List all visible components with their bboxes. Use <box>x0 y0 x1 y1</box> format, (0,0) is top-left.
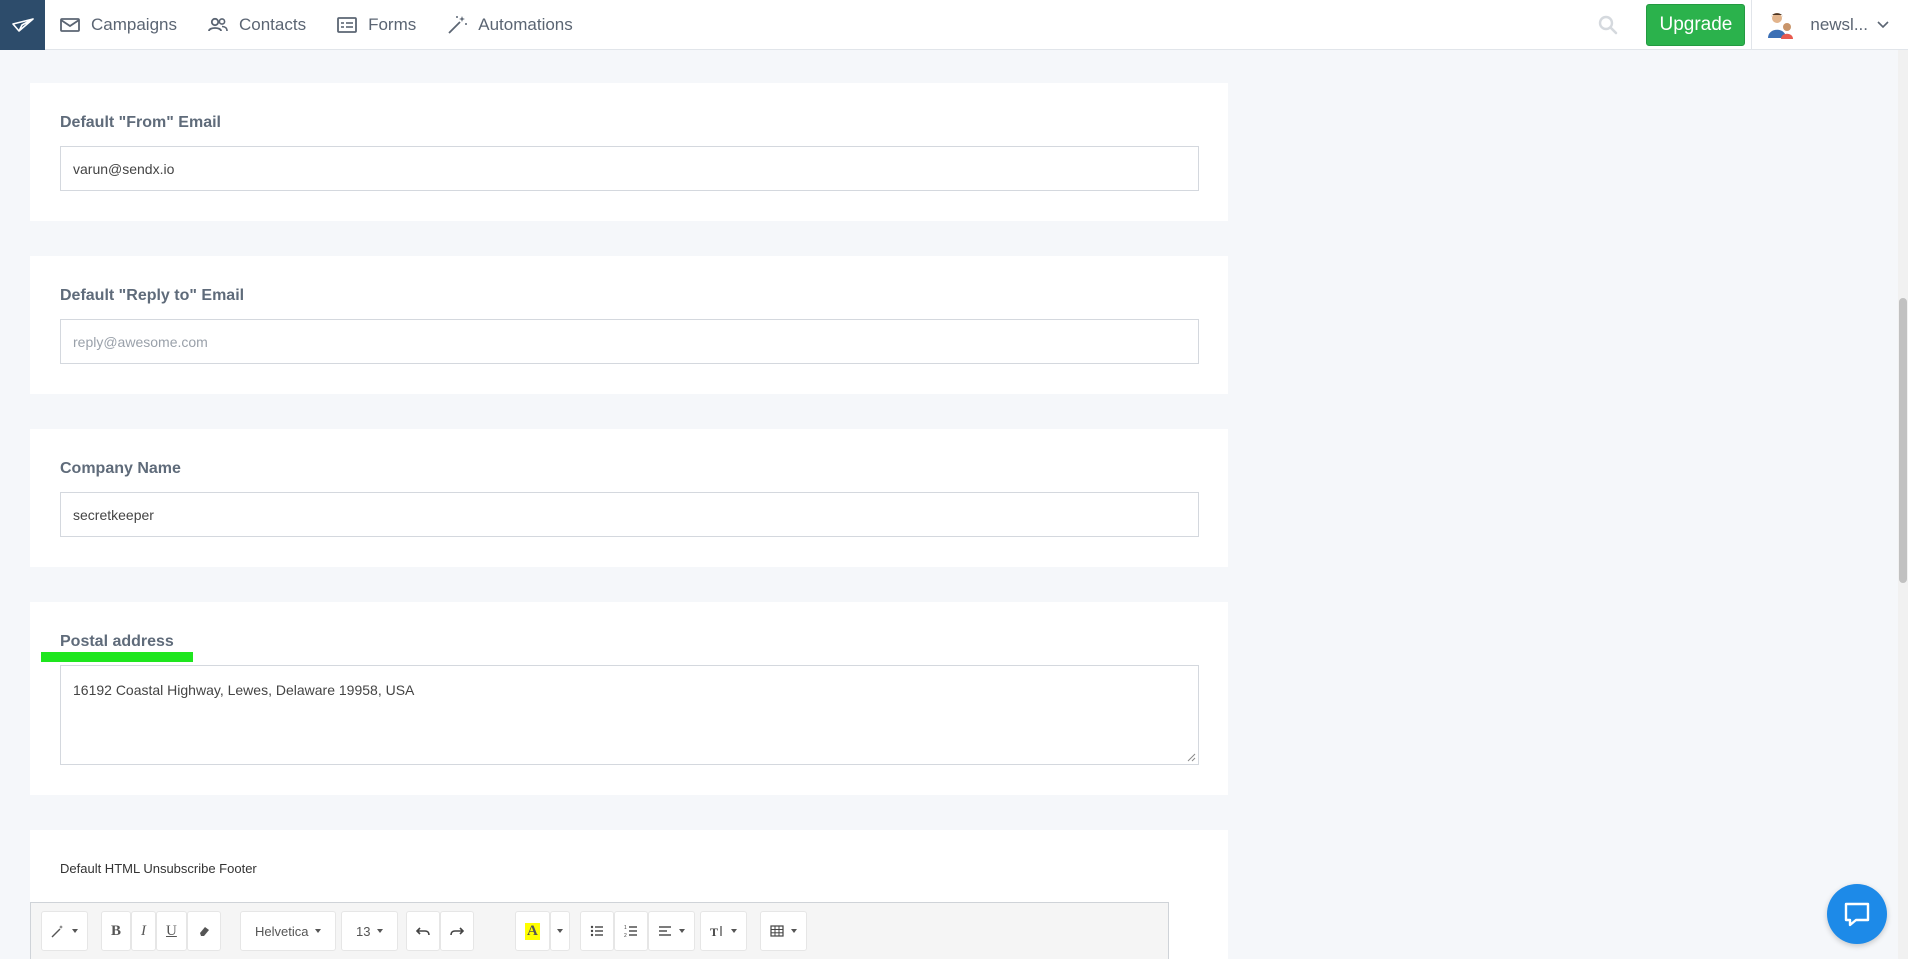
toolbar-table-group <box>760 911 807 951</box>
underline-button[interactable]: U <box>156 911 187 951</box>
chat-widget-button[interactable] <box>1827 884 1887 944</box>
resize-handle-icon[interactable] <box>1186 752 1196 762</box>
header-divider <box>1751 0 1753 50</box>
postal-address-value: 16192 Coastal Highway, Lewes, Delaware 1… <box>73 682 415 698</box>
toolbar-color-group: A <box>515 911 570 951</box>
undo-icon <box>416 927 430 936</box>
toolbar-height-group: T <box>700 911 747 951</box>
footer-editor[interactable]: B I U Helvetica 13 A 12 T <box>30 902 1169 959</box>
toolbar-format-group: B I U <box>101 911 221 951</box>
eraser-icon <box>199 927 209 936</box>
nav-automations[interactable]: Automations <box>446 14 573 36</box>
from-email-input[interactable]: varun@sendx.io <box>60 146 1199 191</box>
postal-address-textarea[interactable]: 16192 Coastal Highway, Lewes, Delaware 1… <box>60 665 1199 765</box>
redo-button[interactable] <box>440 911 474 951</box>
app-logo[interactable] <box>0 0 45 50</box>
svg-text:2: 2 <box>624 933 627 938</box>
from-email-label: Default "From" Email <box>60 114 221 131</box>
toolbar-size-group: 13 <box>341 911 399 951</box>
postal-address-label: Postal address <box>60 633 174 650</box>
magic-wand-icon <box>448 15 468 34</box>
nav-contacts[interactable]: Contacts <box>207 14 306 36</box>
line-height-dropdown[interactable]: T <box>700 911 747 951</box>
italic-button[interactable]: I <box>131 911 157 951</box>
company-card: Company Name secretkeeper <box>30 429 1228 567</box>
mail-icon <box>60 17 80 32</box>
align-dropdown[interactable] <box>648 911 695 951</box>
undo-button[interactable] <box>406 911 440 951</box>
highlight-annotation <box>41 652 193 662</box>
bullet-list-button[interactable] <box>580 911 614 951</box>
style-button[interactable] <box>41 911 88 951</box>
svg-text:T: T <box>710 925 718 938</box>
line-height-icon: T <box>710 925 722 938</box>
chat-bubble-icon <box>1844 902 1870 927</box>
font-family-value: Helvetica <box>255 923 309 939</box>
company-name-input[interactable]: secretkeeper <box>60 492 1199 537</box>
table-dropdown[interactable] <box>760 911 807 951</box>
toolbar-history-group <box>406 911 474 951</box>
nav-forms-label: Forms <box>368 14 417 34</box>
clear-format-button[interactable] <box>186 911 221 951</box>
font-family-dropdown[interactable]: Helvetica <box>240 911 337 951</box>
bold-button[interactable]: B <box>101 911 132 951</box>
color-dropdown[interactable] <box>549 911 570 951</box>
scrollbar-thumb[interactable] <box>1899 298 1907 583</box>
toolbar-list-group: 12 <box>580 911 695 951</box>
magic-wand-icon <box>51 925 63 938</box>
text-color-button[interactable]: A <box>515 911 550 951</box>
numbered-list-button[interactable]: 12 <box>614 911 648 951</box>
page-scrollbar[interactable] <box>1898 50 1908 959</box>
upgrade-button[interactable]: Upgrade <box>1646 4 1746 46</box>
account-name[interactable]: newsl... <box>1810 15 1868 35</box>
nav-campaigns-label: Campaigns <box>91 14 177 34</box>
svg-text:1: 1 <box>624 925 627 931</box>
nav-automations-label: Automations <box>478 14 573 34</box>
company-name-label: Company Name <box>60 460 181 477</box>
main-nav: Campaigns Contacts Forms Automations <box>59 0 603 50</box>
postal-card: Postal address 16192 Coastal Highway, Le… <box>30 602 1228 795</box>
avatar[interactable] <box>1766 10 1794 40</box>
redo-icon <box>450 927 464 936</box>
nav-contacts-label: Contacts <box>239 14 307 34</box>
toolbar-style-group <box>41 911 88 951</box>
align-left-icon <box>659 926 671 936</box>
footer-label: Default HTML Unsubscribe Footer <box>60 861 257 876</box>
chevron-down-icon[interactable] <box>1876 18 1890 32</box>
font-size-dropdown[interactable]: 13 <box>341 911 399 951</box>
search-icon[interactable] <box>1596 13 1620 37</box>
form-icon <box>337 16 357 33</box>
nav-forms[interactable]: Forms <box>336 14 416 36</box>
people-icon <box>208 17 228 31</box>
font-size-value: 13 <box>356 923 371 939</box>
paper-plane-icon <box>11 17 34 32</box>
table-icon <box>770 925 784 937</box>
reply-to-input[interactable]: reply@awesome.com <box>60 319 1199 364</box>
reply-to-label: Default "Reply to" Email <box>60 287 245 304</box>
bullet-list-icon <box>590 925 603 937</box>
numbered-list-icon: 12 <box>624 925 637 938</box>
nav-campaigns[interactable]: Campaigns <box>59 14 177 36</box>
top-navbar: Campaigns Contacts Forms Automations Upg… <box>0 0 1908 50</box>
toolbar-font-group: Helvetica <box>240 911 337 951</box>
reply-to-card: Default "Reply to" Email reply@awesome.c… <box>30 256 1228 394</box>
header-tools: Upgrade newsl... <box>1596 0 1908 50</box>
from-email-card: Default "From" Email varun@sendx.io <box>30 83 1228 221</box>
